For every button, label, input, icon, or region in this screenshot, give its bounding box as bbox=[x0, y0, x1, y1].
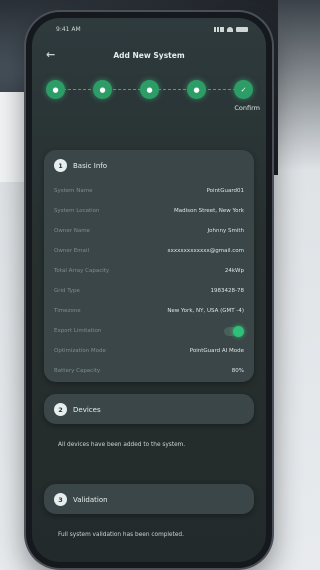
section-number-badge: 1 bbox=[54, 159, 67, 172]
info-value: xxxxxxxxxxxxx@gmail.com bbox=[167, 248, 244, 254]
info-value: PointGuard01 bbox=[206, 188, 244, 194]
step-5-icon: ✓ bbox=[240, 85, 247, 94]
info-row-owner-name: Owner Name Johnny Smith bbox=[44, 221, 254, 241]
info-key: System Name bbox=[54, 188, 93, 194]
info-value: Johnny Smith bbox=[207, 228, 244, 234]
info-key: Optimization Mode bbox=[54, 348, 106, 354]
info-key: System Location bbox=[54, 208, 100, 214]
status-icons bbox=[214, 26, 248, 32]
info-row-capacity: Total Array Capacity 24kWp bbox=[44, 261, 254, 281]
page-title: Add New System bbox=[113, 50, 185, 60]
back-arrow-icon[interactable]: ← bbox=[46, 48, 55, 61]
wifi-icon bbox=[227, 26, 233, 32]
section-title: Basic Info bbox=[73, 161, 108, 170]
step-1[interactable]: ● bbox=[46, 80, 65, 99]
info-row-grid-type: Grid Type 1983428-78 bbox=[44, 281, 254, 301]
info-value: 1983428-78 bbox=[210, 288, 244, 294]
battery-icon bbox=[236, 26, 248, 32]
devices-note: All devices have been added to the syste… bbox=[58, 442, 186, 448]
section-title: Devices bbox=[73, 405, 101, 414]
step-4-icon: ● bbox=[193, 85, 200, 94]
info-key: Owner Email bbox=[54, 248, 89, 254]
progress-stepper: ● ● ● ● ✓ Confirm bbox=[32, 70, 266, 112]
section-title: Validation bbox=[73, 495, 108, 504]
status-bar: 9:41 AM bbox=[32, 18, 266, 40]
info-key: Total Array Capacity bbox=[54, 268, 110, 274]
screen-header: ← Add New System bbox=[32, 40, 266, 70]
info-value: PointGuard AI Mode bbox=[189, 348, 244, 354]
info-row-location: System Location Madison Street, New York bbox=[44, 201, 254, 221]
validation-note: Full system validation has been complete… bbox=[58, 532, 184, 538]
basic-info-card: 1 Basic Info System Name PointGuard01 Sy… bbox=[44, 150, 254, 382]
info-key: Battery Capacity bbox=[54, 368, 101, 374]
export-limitation-toggle[interactable] bbox=[224, 325, 244, 337]
info-value: 80% bbox=[231, 368, 244, 374]
devices-card[interactable]: 2 Devices bbox=[44, 394, 254, 424]
validation-card[interactable]: 3 Validation bbox=[44, 484, 254, 514]
info-row-system-name: System Name PointGuard01 bbox=[44, 181, 254, 201]
basic-info-header: 1 Basic Info bbox=[44, 150, 254, 181]
section-number-badge: 3 bbox=[54, 493, 67, 506]
info-key: Export Limitation bbox=[54, 328, 102, 334]
phone-frame: 9:41 AM ← Add New System ● ● ● ● ✓ Confi… bbox=[26, 12, 272, 568]
info-key: Grid Type bbox=[54, 288, 80, 294]
info-row-battery: Battery Capacity 80% bbox=[44, 361, 254, 381]
signal-icon bbox=[214, 26, 224, 32]
info-row-export-limitation: Export Limitation bbox=[44, 321, 254, 341]
devices-header: 2 Devices bbox=[44, 394, 254, 425]
info-row-owner-email: Owner Email xxxxxxxxxxxxx@gmail.com bbox=[44, 241, 254, 261]
step-1-icon: ● bbox=[52, 85, 59, 94]
info-key: Owner Name bbox=[54, 228, 90, 234]
step-3[interactable]: ● bbox=[140, 80, 159, 99]
phone-screen: 9:41 AM ← Add New System ● ● ● ● ✓ Confi… bbox=[32, 18, 266, 562]
status-time: 9:41 AM bbox=[56, 25, 81, 33]
info-value: New York, NY, USA (GMT -4) bbox=[167, 308, 244, 314]
info-row-optimization: Optimization Mode PointGuard AI Mode bbox=[44, 341, 254, 361]
step-3-icon: ● bbox=[146, 85, 153, 94]
info-key: Timezone bbox=[54, 308, 81, 314]
info-value: 24kWp bbox=[224, 268, 244, 274]
step-4[interactable]: ● bbox=[187, 80, 206, 99]
step-label-confirm: Confirm bbox=[234, 104, 260, 112]
info-value: Madison Street, New York bbox=[174, 208, 244, 214]
step-2-icon: ● bbox=[99, 85, 106, 94]
info-row-timezone: Timezone New York, NY, USA (GMT -4) bbox=[44, 301, 254, 321]
step-2[interactable]: ● bbox=[93, 80, 112, 99]
step-5[interactable]: ✓ bbox=[234, 80, 253, 99]
section-number-badge: 2 bbox=[54, 403, 67, 416]
validation-header: 3 Validation bbox=[44, 484, 254, 515]
